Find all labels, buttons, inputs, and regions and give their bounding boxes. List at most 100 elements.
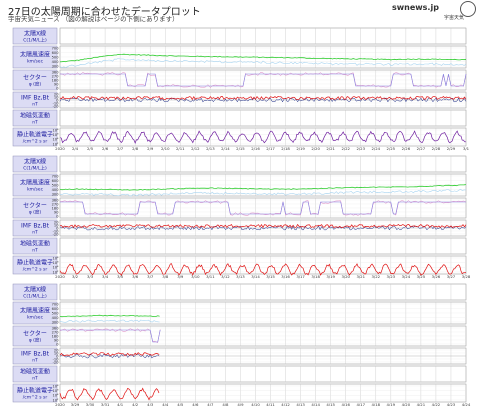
y-tick-label: 10⁶ xyxy=(52,133,59,137)
y-tick-label: -20 xyxy=(53,232,60,236)
panel-label: セクター xyxy=(23,202,47,210)
y-tick-label: 600 xyxy=(52,51,60,55)
panel-unit: nT xyxy=(32,230,38,236)
x-tick-label: 3/22 xyxy=(372,274,381,279)
page-subtitle: 宇宙天気ニュース （図の解説はページの下側にあります） xyxy=(8,15,179,23)
y-tick-label: 10⁶ xyxy=(52,261,59,265)
panel-label: 地磁気変動 xyxy=(20,112,50,120)
panel-frame xyxy=(59,27,467,45)
panel-label: IMF Bz,Bt xyxy=(21,223,50,230)
x-tick-label: 3/11 xyxy=(206,274,215,279)
x-tick-label: 3/15 xyxy=(266,274,275,279)
panel-unit: km/sec xyxy=(27,187,44,193)
x-tick-label: 3/23 xyxy=(387,274,396,279)
x-tick-label: 2/29 xyxy=(447,146,456,151)
x-tick-label: 3/6 xyxy=(132,274,139,279)
x-tick-label: 4/10 xyxy=(251,402,260,406)
x-tick-label: 2/27 xyxy=(417,146,426,151)
x-tick-label: 2/9 xyxy=(147,146,154,151)
panel-label: 静止軌道電子 xyxy=(17,131,53,139)
panel-unit: /cm^2 s sr xyxy=(23,139,48,145)
panel-label: 太陽風速度 xyxy=(20,179,50,187)
panel-unit: km/sec xyxy=(27,59,44,65)
x-tick-label: 2/24 xyxy=(372,146,381,151)
panel-unit: nT xyxy=(32,248,38,254)
x-tick-label: 4/24 xyxy=(462,402,471,406)
x-tick-label: 2/10 xyxy=(161,146,170,151)
x-tick-label: 4/1 xyxy=(117,402,124,406)
site-logo[interactable]: swnews.jp 宇宙天気 xyxy=(392,1,476,23)
panel-label: 太陽X線 xyxy=(24,286,46,294)
x-tick-label: 2/23 xyxy=(356,146,365,151)
y-tick-label: 0 xyxy=(56,214,59,218)
panel-label: IMF Bz,Bt xyxy=(21,351,50,358)
x-tick-label: 4/21 xyxy=(417,402,426,406)
x-tick-label: 3/5 xyxy=(117,274,124,279)
panel-unit: φ (度) xyxy=(29,209,42,216)
x-tick-label: 4/14 xyxy=(311,402,320,406)
x-tick-label: 2/14 xyxy=(221,146,230,151)
x-tick-label: 4/22 xyxy=(432,402,441,406)
x-tick-label: 4/6 xyxy=(192,402,199,406)
x-tick-label: 2/7 xyxy=(117,146,124,151)
x-tick-label: 3/17 xyxy=(296,274,305,279)
x-tick-label: 3/31 xyxy=(101,402,110,406)
panel-label: IMF Bz,Bt xyxy=(21,95,50,102)
x-tick-label: 2/25 xyxy=(387,146,396,151)
y-tick-label: 10⁶ xyxy=(52,389,59,393)
x-tick-label: 4/18 xyxy=(372,402,381,406)
panel-label: 地磁気変動 xyxy=(20,240,50,248)
panel-unit: /cm^2 s sr xyxy=(23,395,48,401)
panel-label: 静止軌道電子 xyxy=(17,387,53,395)
y-tick-label: 500 xyxy=(52,55,60,59)
x-tick-label: 4/4 xyxy=(162,402,169,406)
panel-frame xyxy=(59,237,467,255)
x-tick-label: 3/28 xyxy=(462,274,471,279)
panel-label: 太陽X線 xyxy=(24,158,46,166)
mascot-icon xyxy=(460,1,476,17)
x-tick-label: 4/7 xyxy=(207,402,214,406)
x-tick-label: 2/28 xyxy=(432,146,441,151)
x-tick-label: 3/10 xyxy=(191,274,200,279)
x-tick-label: 4/20 xyxy=(402,402,411,406)
x-tick-label: 2020 xyxy=(55,402,65,406)
x-tick-label: 3/30 xyxy=(86,402,95,406)
panel-unit: φ (度) xyxy=(29,337,42,344)
y-tick-label: 600 xyxy=(52,307,60,311)
x-tick-label: 2/18 xyxy=(281,146,290,151)
x-tick-label: 2/6 xyxy=(102,146,109,151)
y-tick-label: -20 xyxy=(53,104,60,108)
x-tick-label: 3/1 xyxy=(463,146,470,151)
y-tick-label: 300 xyxy=(52,320,60,324)
x-tick-label: 4/16 xyxy=(341,402,350,406)
x-tick-label: 2020 xyxy=(55,274,65,279)
x-tick-label: 3/12 xyxy=(221,274,230,279)
x-tick-label: 4/17 xyxy=(356,402,365,406)
x-tick-label: 4/19 xyxy=(387,402,396,406)
x-tick-label: 2/15 xyxy=(236,146,245,151)
panel-unit: nT xyxy=(32,376,38,382)
panel-label: セクター xyxy=(23,74,47,82)
panel-label: 太陽X線 xyxy=(24,30,46,38)
y-tick-label: 400 xyxy=(52,316,60,320)
y-tick-label: 400 xyxy=(52,60,60,64)
x-tick-label: 4/11 xyxy=(266,402,275,406)
x-tick-label: 4/15 xyxy=(326,402,335,406)
panel-unit: /cm^2 s sr xyxy=(23,267,48,273)
y-tick-label: 10⁸ xyxy=(52,384,59,388)
panel-frame xyxy=(59,109,467,127)
x-tick-label: 2/5 xyxy=(87,146,94,151)
solar-cycle-chart: 太陽X線C(1/M/L上)太陽風速度km/sec700600500400300セ… xyxy=(12,27,471,406)
panel-label: セクター xyxy=(23,330,47,338)
x-tick-label: 3/9 xyxy=(177,274,184,279)
x-tick-label: 2/20 xyxy=(311,146,320,151)
panel-unit: C(1/M/L上) xyxy=(23,165,47,172)
x-tick-label: 2/17 xyxy=(266,146,275,151)
logo-text: swnews.jp xyxy=(392,3,439,12)
x-tick-label: 3/21 xyxy=(356,274,365,279)
panel-label: 地磁気変動 xyxy=(20,368,50,376)
x-tick-label: 3/7 xyxy=(147,274,154,279)
panel-unit: C(1/M/L上) xyxy=(23,37,47,44)
panel-frame xyxy=(59,283,467,301)
panel-frame xyxy=(59,383,467,403)
